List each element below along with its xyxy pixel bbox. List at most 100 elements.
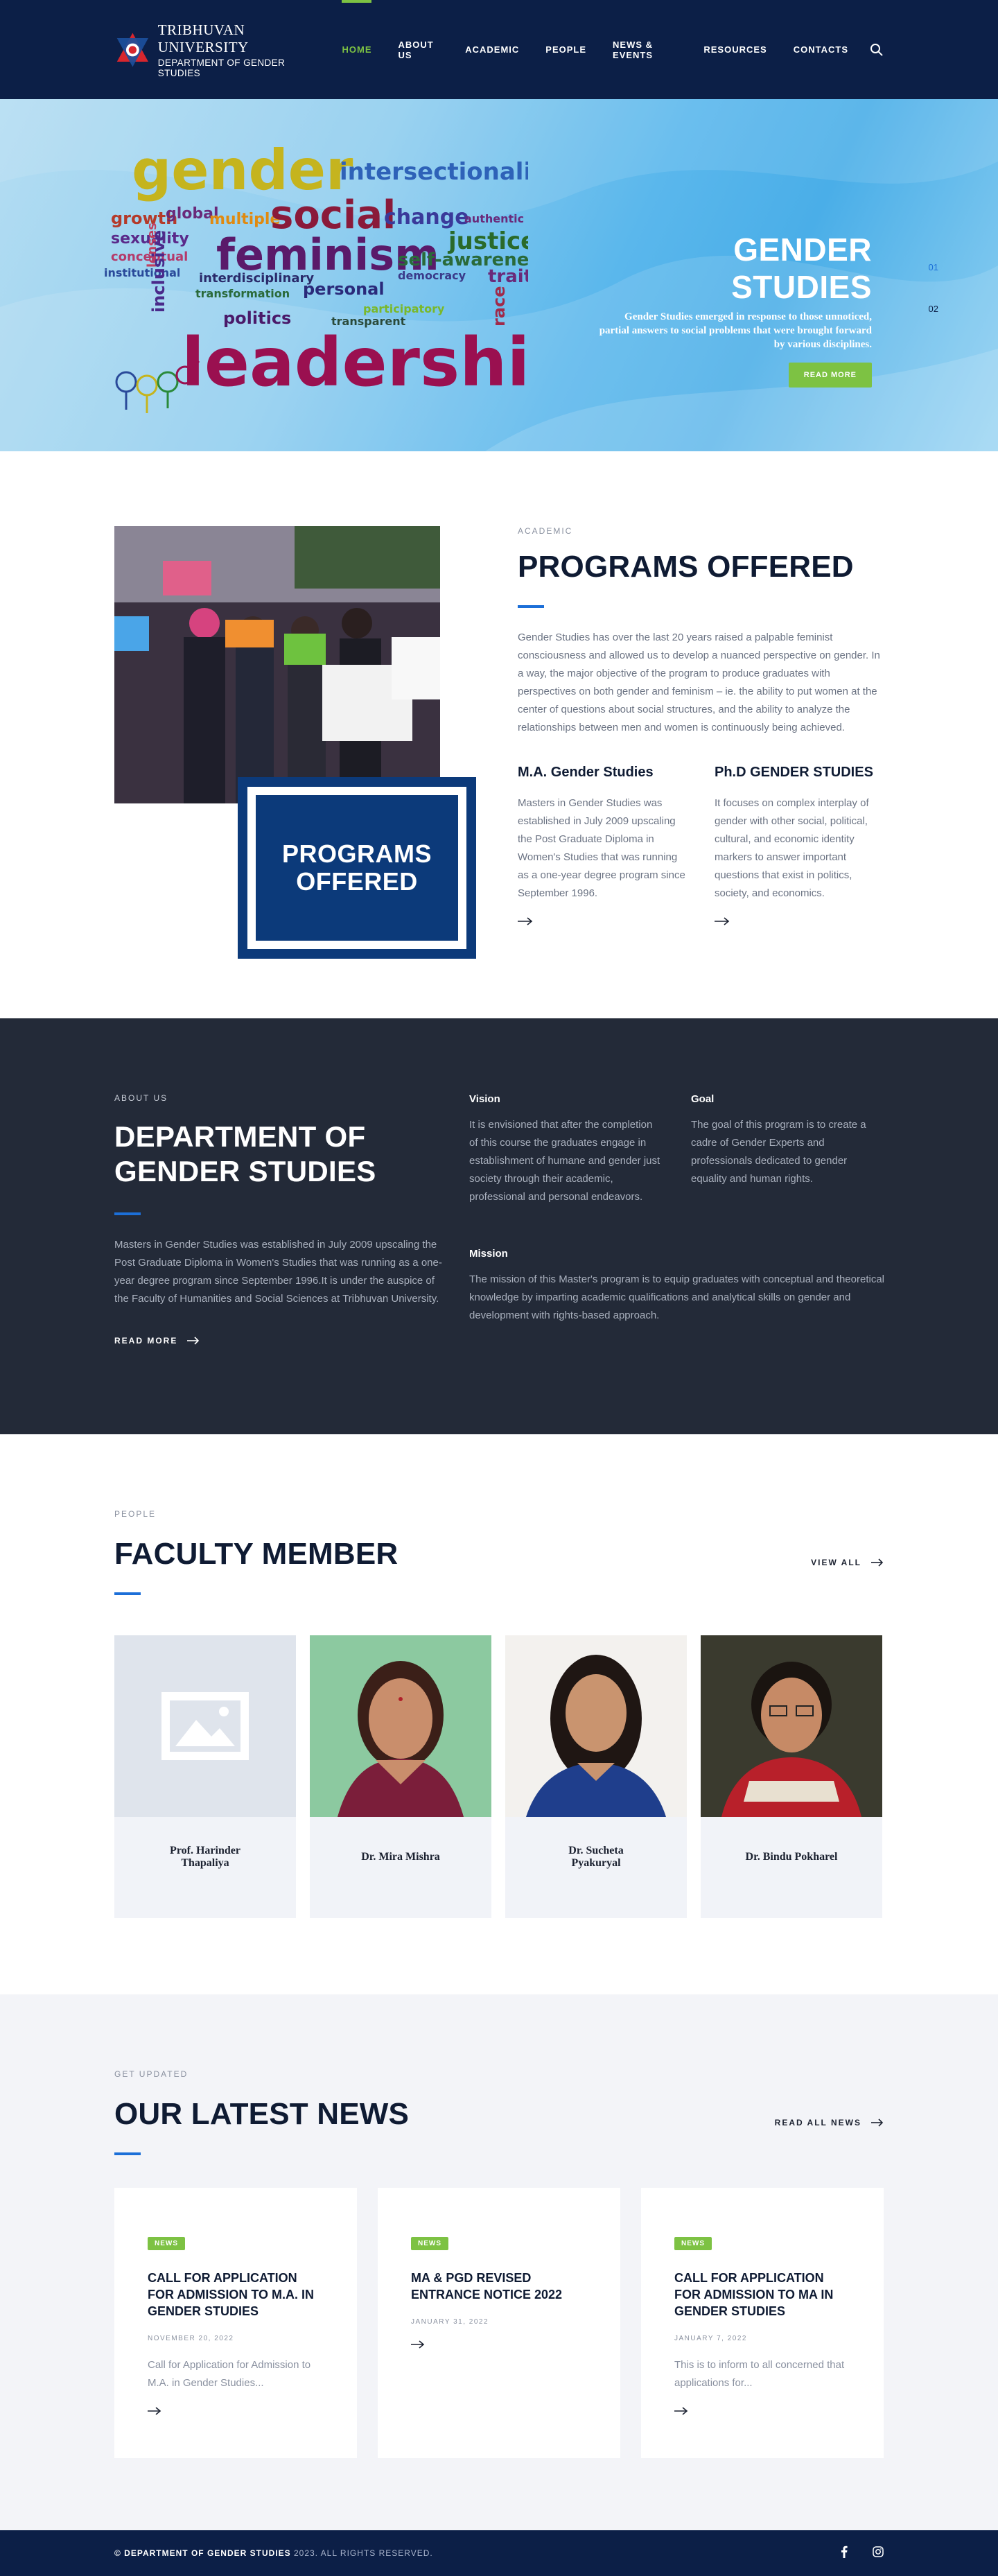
nav-about-us[interactable]: ABOUT US — [385, 0, 452, 99]
mission-block: Mission The mission of this Master's pro… — [469, 1248, 885, 1325]
programs-offered-badge: PROGRAMS OFFERED — [238, 777, 476, 959]
vision-title: Vision — [469, 1093, 500, 1105]
faculty-eyebrow: PEOPLE — [114, 1509, 157, 1519]
slide-01-dot[interactable]: 01 — [929, 262, 938, 304]
word-cloud-interdisciplinary: interdisciplinary — [199, 271, 314, 286]
nav-people[interactable]: PEOPLE — [532, 0, 599, 99]
arrow-right-icon[interactable] — [518, 916, 533, 929]
site-logo[interactable]: TRIBHUVAN UNIVERSITY DEPARTMENT OF GENDE… — [114, 21, 329, 78]
goal-block: Goal The goal of this program is to crea… — [691, 1093, 885, 1206]
phd-program-card: Ph.D GENDER STUDIES It focuses on comple… — [715, 765, 884, 929]
hero-read-more-button[interactable]: READ MORE — [788, 363, 872, 388]
arrow-right-icon[interactable] — [674, 2406, 688, 2419]
about-eyebrow: ABOUT US — [114, 1093, 168, 1103]
nav-resources[interactable]: RESOURCES — [690, 0, 780, 99]
faculty-name: Dr. Bindu Pokharel — [745, 1851, 838, 1863]
news-excerpt: This is to inform to all concerned that … — [674, 2359, 845, 2389]
news-card-title[interactable]: CALL FOR APPLICATION FOR ADMISSION TO MA… — [674, 2270, 850, 2320]
news-date: JANUARY 31, 2022 — [411, 2318, 489, 2326]
instagram-icon[interactable] — [873, 2546, 884, 2560]
word-cloud-leadership: leadership — [182, 324, 528, 401]
university-emblem-icon — [116, 33, 148, 67]
logo-title: TRIBHUVAN UNIVERSITY — [157, 21, 249, 55]
news-eyebrow: GET UPDATED — [114, 2069, 189, 2079]
news-card[interactable]: NEWS CALL FOR APPLICATION FOR ADMISSION … — [114, 2188, 357, 2458]
hero-title: GENDER STUDIES — [731, 232, 872, 305]
news-card[interactable]: NEWS MA & PGD REVISED ENTRANCE NOTICE 20… — [378, 2188, 620, 2458]
word-cloud-intersectionality: intersectionality — [340, 158, 528, 186]
faculty-card[interactable]: Dr. Mira Mishra — [310, 1635, 491, 1918]
logo-subtitle: DEPARTMENT OF GENDER STUDIES — [157, 57, 286, 78]
view-all-faculty-link[interactable]: VIEW ALL — [811, 1558, 884, 1567]
goal-text: The goal of this program is to create a … — [691, 1119, 866, 1185]
arrow-right-icon — [871, 1558, 884, 1567]
nav-academic[interactable]: ACADEMIC — [452, 0, 532, 99]
about-title-line2: GENDER STUDIES — [114, 1155, 376, 1187]
about-title: DEPARTMENT OF GENDER STUDIES — [114, 1120, 447, 1189]
ma-program-text: Masters in Gender Studies was establishe… — [518, 797, 685, 899]
vision-block: Vision It is envisioned that after the c… — [469, 1093, 663, 1206]
slider-pagination: 01 02 — [929, 262, 938, 345]
faculty-card[interactable]: Prof. Harinder Thapaliya — [114, 1635, 296, 1918]
nav-news-events[interactable]: NEWS & EVENTS — [599, 0, 690, 99]
mission-text: The mission of this Master's program is … — [469, 1273, 885, 1321]
news-card[interactable]: NEWS CALL FOR APPLICATION FOR ADMISSION … — [641, 2188, 884, 2458]
slide-02-dot[interactable]: 02 — [929, 304, 938, 345]
hero-caption: GENDER STUDIES Gender Studies emerged in… — [595, 231, 872, 388]
news-card-title[interactable]: CALL FOR APPLICATION FOR ADMISSION TO M.… — [148, 2270, 324, 2320]
word-cloud-change: change — [384, 205, 469, 229]
news-date: NOVEMBER 20, 2022 — [148, 2335, 234, 2342]
programs-title: PROGRAMS OFFERED — [518, 550, 854, 584]
site-header: TRIBHUVAN UNIVERSITY DEPARTMENT OF GENDE… — [0, 0, 998, 99]
phd-program-text: It focuses on complex interplay of gende… — [715, 797, 869, 899]
news-badge: NEWS — [411, 2237, 448, 2250]
arrow-right-icon — [187, 1337, 200, 1345]
nav-home[interactable]: HOME — [329, 0, 385, 99]
facebook-icon[interactable] — [841, 2545, 848, 2561]
goal-title: Goal — [691, 1093, 715, 1105]
word-cloud-democracy: democracy — [398, 269, 466, 282]
news-excerpt: Call for Application for Admission to M.… — [148, 2359, 311, 2389]
placeholder-image-icon — [114, 1635, 296, 1817]
word-cloud-transformation: transformation — [195, 287, 290, 300]
news-badge: NEWS — [148, 2237, 185, 2250]
word-cloud-authentic: authentic — [464, 212, 524, 225]
word-cloud-trait: trait — [488, 266, 528, 287]
gender-word-cloud: gender intersectionality growth global m… — [104, 146, 528, 413]
faculty-card[interactable]: Dr. Sucheta Pyakuryal — [505, 1635, 687, 1918]
view-all-label: VIEW ALL — [811, 1558, 861, 1567]
word-cloud-inclusive: inclusive — [149, 230, 168, 313]
phd-program-title[interactable]: Ph.D GENDER STUDIES — [715, 765, 884, 781]
arrow-right-icon[interactable] — [411, 2340, 425, 2352]
vision-text: It is envisioned that after the completi… — [469, 1119, 660, 1203]
faculty-section: PEOPLE FACULTY MEMBER VIEW ALL Prof. Har… — [0, 1434, 998, 1994]
hero-description: Gender Studies emerged in response to th… — [599, 311, 872, 350]
search-icon[interactable] — [870, 42, 884, 58]
copyright-rest: 2023. ALL RIGHTS RESERVED. — [290, 2548, 433, 2558]
read-all-news-link[interactable]: READ ALL NEWS — [775, 2118, 884, 2127]
copyright-text: © DEPARTMENT OF GENDER STUDIES 2023. ALL… — [114, 2548, 433, 2558]
title-divider — [114, 2152, 141, 2155]
copyright-name: © DEPARTMENT OF GENDER STUDIES — [114, 2548, 291, 2558]
word-cloud-personal: personal — [303, 279, 385, 299]
arrow-right-icon[interactable] — [148, 2406, 161, 2419]
about-text: Masters in Gender Studies was establishe… — [114, 1239, 442, 1305]
news-card-title[interactable]: MA & PGD REVISED ENTRANCE NOTICE 2022 — [411, 2270, 587, 2303]
about-read-more-link[interactable]: READ MORE — [114, 1336, 447, 1346]
about-title-line1: DEPARTMENT OF — [114, 1120, 366, 1153]
faculty-name: Prof. Harinder Thapaliya — [170, 1845, 240, 1869]
arrow-right-icon[interactable] — [715, 916, 730, 929]
nav-contacts[interactable]: CONTACTS — [780, 0, 861, 99]
read-more-label: READ MORE — [114, 1336, 178, 1346]
faculty-card[interactable]: Dr. Bindu Pokharel — [701, 1635, 882, 1918]
mission-title: Mission — [469, 1248, 508, 1260]
word-cloud-participatory: participatory — [363, 302, 445, 315]
hero-slider: gender intersectionality growth global m… — [0, 99, 998, 451]
badge-line1: PROGRAMS — [281, 839, 432, 868]
read-all-news-label: READ ALL NEWS — [774, 2118, 861, 2127]
ma-program-title[interactable]: M.A. Gender Studies — [518, 765, 687, 781]
social-links — [841, 2545, 884, 2561]
main-nav: HOME ABOUT US ACADEMIC PEOPLE NEWS & EVE… — [329, 0, 884, 99]
word-cloud-race: race — [489, 286, 509, 327]
about-section: ABOUT US DEPARTMENT OF GENDER STUDIES Mas… — [0, 1018, 998, 1434]
